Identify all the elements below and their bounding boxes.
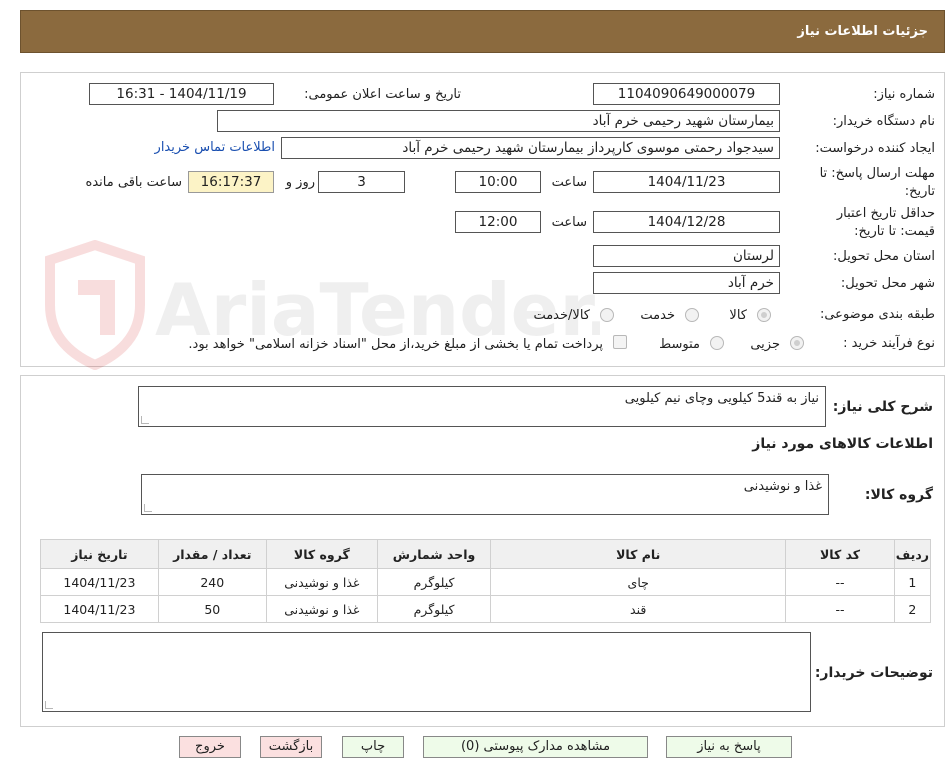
purchase-minor-radio[interactable] — [790, 336, 804, 350]
reply-button[interactable]: پاسخ به نیاز — [666, 736, 792, 758]
purchase-medium-label: متوسط — [659, 337, 700, 352]
validity-label-2: قیمت: تا تاریخ: — [854, 224, 935, 239]
cell-item-name: قند — [490, 595, 787, 623]
goods-group-resize-grip[interactable] — [144, 504, 152, 512]
validity-label: حداقل تاریخ اعتبار — [836, 206, 935, 221]
col-item-code: کد کالا — [785, 539, 895, 569]
description-field: نیاز به قند5 کیلویی وچای نیم کیلویی — [138, 386, 826, 427]
category-service-label: خدمت — [640, 308, 675, 323]
purchase-type-label: نوع فرآیند خرید : — [843, 336, 935, 351]
cell-unit: کیلوگرم — [376, 595, 492, 623]
category-label: طبقه بندی موضوعی: — [819, 307, 935, 322]
goods-group-field: غذا و نوشیدنی — [141, 474, 829, 515]
cell-qty: 240 — [157, 568, 267, 596]
cell-group: غذا و نوشیدنی — [265, 568, 378, 596]
cell-item-code: -- — [785, 568, 895, 596]
table-header-row: ردیف کد کالا نام کالا واحد شمارش گروه کا… — [40, 539, 932, 569]
col-qty: تعداد / مقدار — [157, 539, 267, 569]
description-resize-grip[interactable] — [141, 416, 149, 424]
category-goods-service-radio[interactable] — [600, 308, 614, 322]
deadline-days-field: 3 — [318, 171, 405, 193]
buyer-org-label: نام دستگاه خریدار: — [832, 114, 935, 129]
items-table: ردیف کد کالا نام کالا واحد شمارش گروه کا… — [40, 539, 932, 623]
deadline-days-label: روز و — [285, 175, 315, 190]
deadline-time-label: ساعت — [551, 175, 587, 190]
deadline-time-field: 10:00 — [455, 171, 541, 193]
need-number-label: شماره نیاز: — [873, 87, 935, 102]
province-label: استان محل تحویل: — [833, 249, 935, 264]
cell-group: غذا و نوشیدنی — [265, 595, 378, 623]
print-button[interactable]: چاپ — [342, 736, 404, 758]
category-goods-label: کالا — [729, 308, 747, 323]
deadline-label-2: تاریخ: — [904, 184, 935, 199]
cell-item-name: چای — [490, 568, 787, 596]
buyer-notes-label: توضیحات خریدار: — [814, 665, 933, 681]
requester-field: سیدجواد رحمتی موسوی کارپرداز بیمارستان ش… — [281, 137, 780, 159]
cell-row-no: 2 — [893, 595, 932, 623]
page-title: جزئیات اطلاعات نیاز — [797, 24, 928, 39]
remaining-time-field: 16:17:37 — [188, 171, 274, 193]
cell-unit: کیلوگرم — [376, 568, 492, 596]
col-unit: واحد شمارش — [376, 539, 492, 569]
category-goods-radio[interactable] — [757, 308, 771, 322]
cell-qty: 50 — [157, 595, 267, 623]
purchase-minor-label: جزیی — [750, 337, 780, 352]
province-field: لرستان — [593, 245, 780, 267]
buyer-contact-link[interactable]: اطلاعات تماس خریدار — [155, 140, 275, 155]
col-row-no: ردیف — [893, 539, 932, 569]
goods-group-label: گروه کالا: — [864, 487, 933, 503]
cell-need-date: 1404/11/23 — [40, 595, 159, 623]
buyer-notes-field — [42, 632, 811, 712]
remaining-time-label: ساعت باقی مانده — [85, 175, 182, 190]
table-row: 2 -- قند کیلوگرم غذا و نوشیدنی 50 1404/1… — [40, 595, 932, 623]
deadline-date-field: 1404/11/23 — [593, 171, 780, 193]
goods-info-title: اطلاعات کالاهای مورد نیاز — [752, 436, 933, 452]
col-need-date: تاریخ نیاز — [40, 539, 159, 569]
attachments-button[interactable]: مشاهده مدارک پیوستی (0) — [423, 736, 648, 758]
col-item-name: نام کالا — [490, 539, 787, 569]
buyer-org-field: بیمارستان شهید رحیمی خرم آباد — [217, 110, 780, 132]
exit-button[interactable]: خروج — [179, 736, 241, 758]
announce-datetime-label: تاریخ و ساعت اعلان عمومی: — [304, 87, 461, 102]
validity-date-field: 1404/12/28 — [593, 211, 780, 233]
need-number-field: 1104090649000079 — [593, 83, 780, 105]
page-header: جزئیات اطلاعات نیاز — [20, 10, 945, 53]
col-group: گروه کالا — [265, 539, 378, 569]
category-service-radio[interactable] — [685, 308, 699, 322]
description-label: شرح کلی نیاز: — [832, 399, 933, 415]
category-goods-service-label: کالا/خدمت — [533, 308, 590, 323]
deadline-label: مهلت ارسال پاسخ: تا — [819, 166, 935, 181]
treasury-note: پرداخت تمام یا بخشی از مبلغ خرید،از محل … — [188, 337, 603, 352]
city-label: شهر محل تحویل: — [840, 276, 935, 291]
purchase-medium-radio[interactable] — [710, 336, 724, 350]
cell-item-code: -- — [785, 595, 895, 623]
cell-row-no: 1 — [893, 568, 932, 596]
city-field: خرم آباد — [593, 272, 780, 294]
requester-label: ایجاد کننده درخواست: — [815, 141, 935, 156]
table-row: 1 -- چای کیلوگرم غذا و نوشیدنی 240 1404/… — [40, 568, 932, 596]
validity-time-field: 12:00 — [455, 211, 541, 233]
buyer-notes-resize-grip[interactable] — [45, 701, 53, 709]
announce-datetime-field: 1404/11/19 - 16:31 — [89, 83, 274, 105]
validity-time-label: ساعت — [551, 215, 587, 230]
treasury-checkbox[interactable] — [613, 335, 627, 349]
back-button[interactable]: بازگشت — [260, 736, 322, 758]
cell-need-date: 1404/11/23 — [40, 568, 159, 596]
